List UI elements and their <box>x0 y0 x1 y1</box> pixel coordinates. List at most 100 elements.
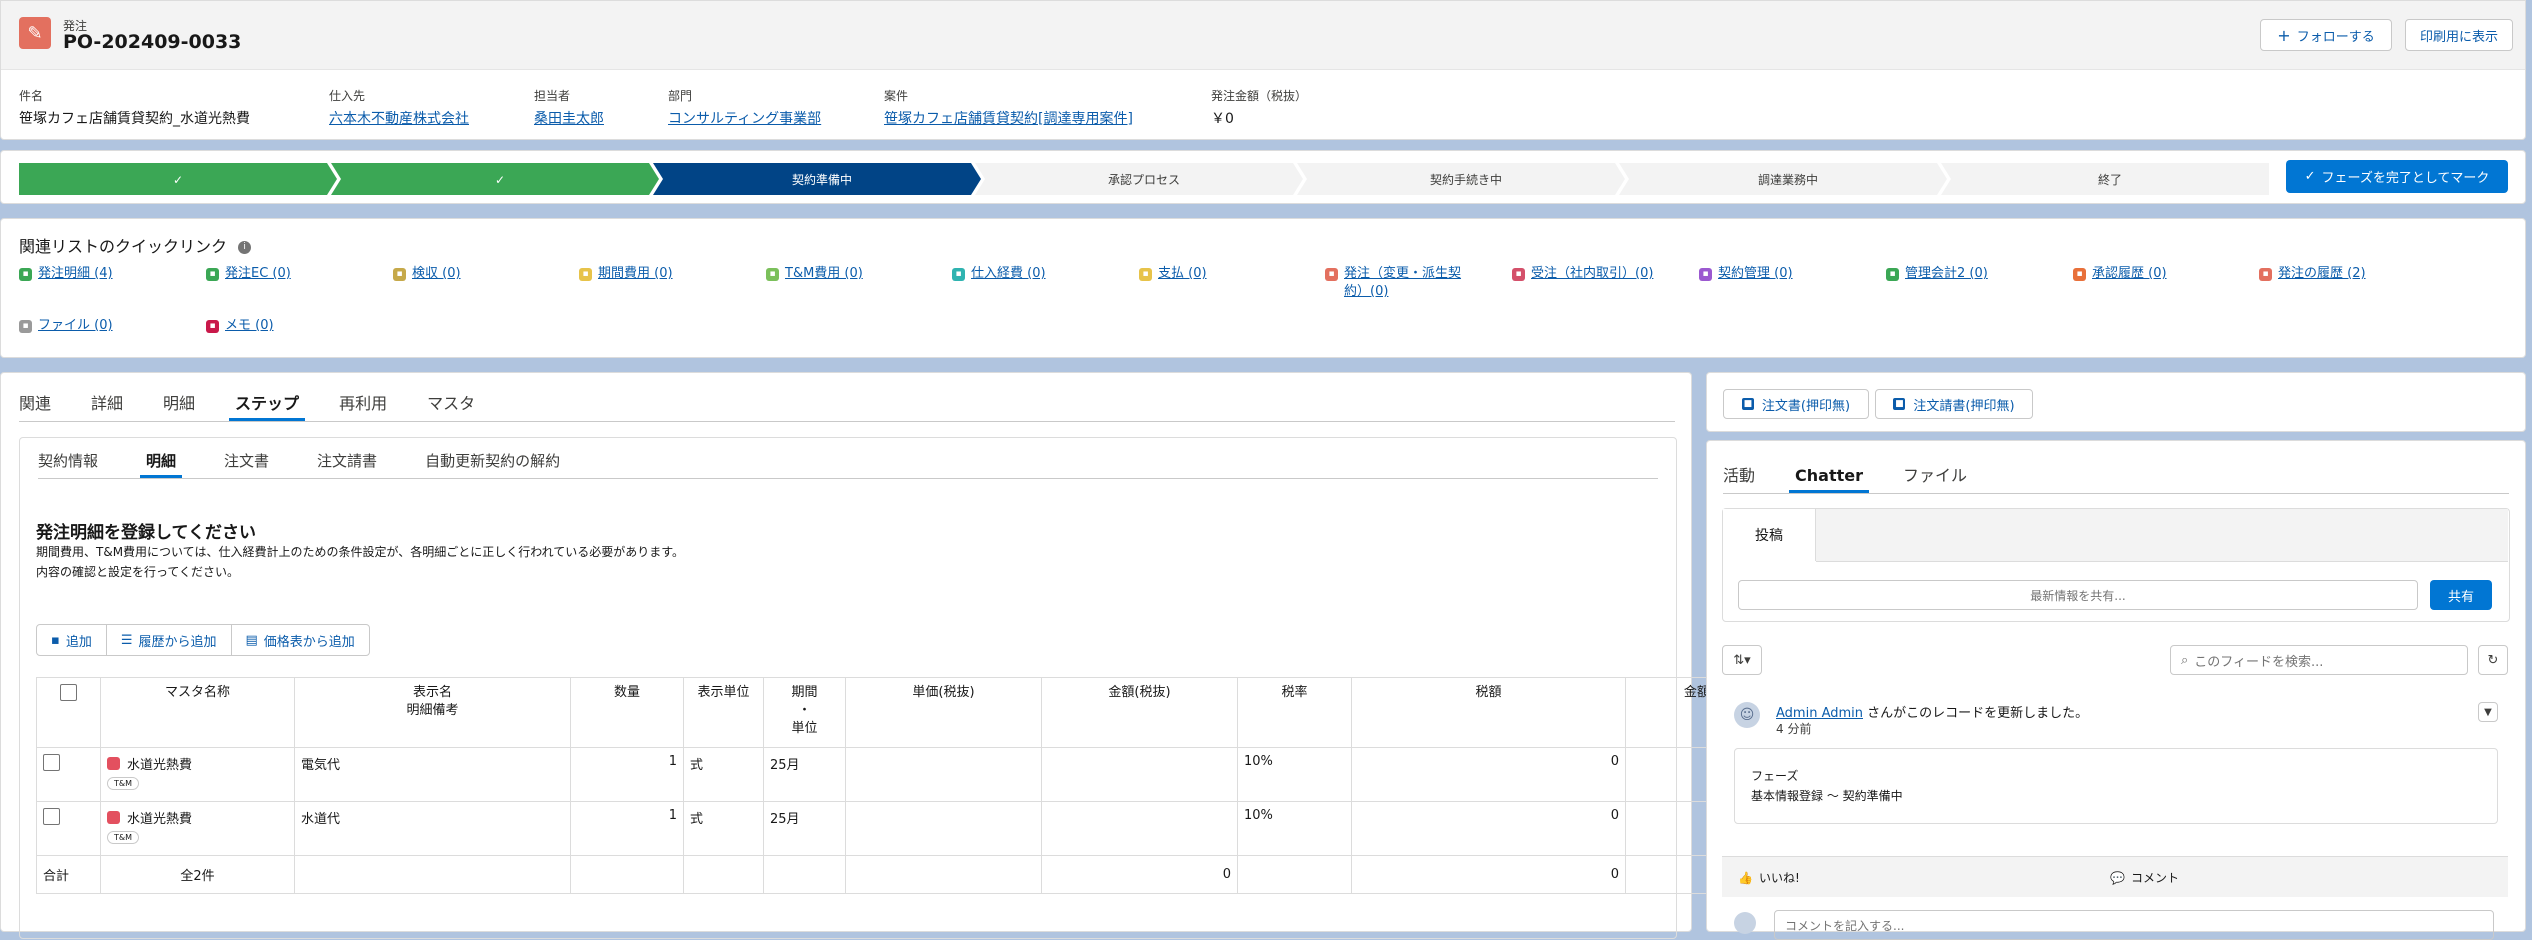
print-button[interactable]: 印刷用に表示 <box>2405 19 2513 51</box>
search-icon: ⌕ <box>2181 652 2189 668</box>
quick-link-item[interactable]: ▪ 発注の履歴 (2) <box>2259 265 2439 283</box>
tab-5[interactable]: 自動更新契約の解約 <box>425 444 560 478</box>
tab-2[interactable]: Chatter <box>1789 459 1869 493</box>
related-object-icon: ▪ <box>1699 268 1712 281</box>
feed-user-link[interactable]: Admin Admin <box>1776 706 1863 721</box>
related-object-icon: ▪ <box>206 320 219 333</box>
total-label: 合計 <box>36 855 101 894</box>
path-stage-6[interactable]: 調達業務中 <box>1619 163 1947 195</box>
select-all-checkbox[interactable] <box>60 684 77 701</box>
quick-link-item[interactable]: ▪ 発注（変更・派生契約）(0) <box>1325 265 1475 301</box>
add-from-pricebook-button[interactable]: ▤ 価格表から追加 <box>230 624 370 656</box>
quick-link-item[interactable]: ▪ ファイル (0) <box>19 317 199 335</box>
quick-link-item[interactable]: ▪ 契約管理 (0) <box>1699 265 1879 283</box>
publisher-tabbar <box>1816 509 2508 562</box>
mark-complete-button[interactable]: ✓ フェーズを完了としてマーク <box>2286 160 2508 193</box>
row-checkbox[interactable] <box>43 754 60 771</box>
path-stage-2[interactable]: ✓ <box>331 163 659 195</box>
post-tab[interactable]: 投稿 <box>1723 509 1816 561</box>
tab-4[interactable]: 注文請書 <box>317 444 377 478</box>
supplier-link[interactable]: 六本木不動産株式会社 <box>329 108 469 128</box>
row-select-cell <box>36 801 101 856</box>
quick-link-label: T&M費用 (0) <box>785 266 863 281</box>
tab-3[interactable]: 明細 <box>163 387 195 421</box>
quick-link-item[interactable]: ▪ 検収 (0) <box>393 265 573 283</box>
chatter-tabs: 活動 Chatter ファイル <box>1723 459 2509 494</box>
path-stage-7[interactable]: 終了 <box>1941 163 2269 195</box>
share-button[interactable]: 共有 <box>2430 580 2492 610</box>
comment-button[interactable]: 💬 コメント <box>2110 869 2179 886</box>
add-icon: ▪ <box>51 632 60 648</box>
tab-5[interactable]: 再利用 <box>339 387 387 421</box>
path-stage-label: 承認プロセス <box>1108 172 1180 187</box>
field-project: 案件 笹塚カフェ店舗賃貸契約[調達専用案件] <box>884 89 1133 128</box>
quick-link-label: 承認履歴 (0) <box>2092 266 2167 281</box>
add-button[interactable]: ▪ 追加 <box>36 624 107 656</box>
follow-button[interactable]: + フォローする <box>2260 19 2392 51</box>
quick-link-item[interactable]: ▪ 仕入経費 (0) <box>952 265 1132 283</box>
owner-link[interactable]: 桑田圭太郎 <box>534 108 604 128</box>
path-stage-label: ✓ <box>173 173 183 187</box>
quick-link-label: 期間費用 (0) <box>598 266 673 281</box>
department-link[interactable]: コンサルティング事業部 <box>668 108 821 128</box>
pencil-icon: ✎ <box>19 17 51 49</box>
path-stage-5[interactable]: 契約手続き中 <box>1297 163 1625 195</box>
tab-4[interactable]: ステップ <box>229 387 306 421</box>
tab-1[interactable]: 活動 <box>1723 459 1755 493</box>
total-amount: 0 <box>1041 855 1238 894</box>
quick-link-label: 支払 (0) <box>1158 266 1207 281</box>
empty-cell <box>570 855 684 894</box>
feed-search-input[interactable]: ⌕ このフィードを検索... <box>2170 645 2468 675</box>
tab-1[interactable]: 関連 <box>19 387 51 421</box>
tax-cell: 0 <box>1351 801 1626 856</box>
order-pdf-button[interactable]: ■ 注文書(押印無) <box>1723 389 1869 419</box>
quick-link-item[interactable]: ▪ 管理会計2 (0) <box>1886 265 2066 283</box>
field-supplier: 仕入先 六本木不動産株式会社 <box>329 89 469 128</box>
qty-cell: 1 <box>570 801 684 856</box>
plus-icon: + <box>2277 25 2291 45</box>
tab-3[interactable]: ファイル <box>1903 459 1967 493</box>
add-from-history-button[interactable]: ☰ 履歴から追加 <box>105 624 232 656</box>
share-input[interactable]: 最新情報を共有... <box>1738 580 2418 610</box>
pricebook-icon: ▤ <box>245 632 258 648</box>
quick-link-item[interactable]: ▪ 受注（社内取引）(0) <box>1512 265 1692 283</box>
project-link[interactable]: 笹塚カフェ店舗賃貸契約[調達専用案件] <box>884 108 1133 128</box>
section-desc-2: 内容の確認と設定を行ってください。 <box>36 565 240 579</box>
tab-1[interactable]: 契約情報 <box>38 444 98 478</box>
refresh-button[interactable]: ↻ <box>2478 645 2508 675</box>
quick-link-item[interactable]: ▪ メモ (0) <box>206 317 386 335</box>
pdf-buttons-card: ■ 注文書(押印無) ■ 注文請書(押印無) <box>1706 372 2526 432</box>
pdf-icon: ■ <box>1893 398 1906 410</box>
quick-link-label: メモ (0) <box>225 318 274 333</box>
record-title: PO-202409-0033 <box>63 31 242 53</box>
field-owner: 担当者 桑田圭太郎 <box>534 89 604 128</box>
quick-link-item[interactable]: ▪ 期間費用 (0) <box>579 265 759 283</box>
path-stage-1[interactable]: ✓ <box>19 163 337 195</box>
path-stage-4[interactable]: 承認プロセス <box>975 163 1303 195</box>
quick-link-item[interactable]: ▪ 支払 (0) <box>1139 265 1319 283</box>
sort-button[interactable]: ⇅▾ <box>1722 645 1762 675</box>
quick-link-label: 発注明細 (4) <box>38 266 113 281</box>
acceptance-pdf-button[interactable]: ■ 注文請書(押印無) <box>1875 389 2033 419</box>
related-object-icon: ▪ <box>766 268 779 281</box>
comment-icon: 💬 <box>2110 871 2125 885</box>
thumbs-up-icon: 👍 <box>1738 871 1753 885</box>
like-button[interactable]: 👍 いいね! <box>1738 869 1800 886</box>
tab-6[interactable]: マスタ <box>427 387 475 421</box>
quick-link-item[interactable]: ▪ 発注EC (0) <box>206 265 386 283</box>
tab-2[interactable]: 詳細 <box>91 387 123 421</box>
path-stage-3[interactable]: 契約準備中 <box>653 163 981 195</box>
refresh-icon: ↻ <box>2487 652 2499 668</box>
tab-3[interactable]: 注文書 <box>224 444 269 478</box>
tab-2[interactable]: 明細 <box>140 444 183 478</box>
quick-link-item[interactable]: ▪ 発注明細 (4) <box>19 265 199 283</box>
quick-link-item[interactable]: ▪ T&M費用 (0) <box>766 265 946 283</box>
quick-link-label: 契約管理 (0) <box>1718 266 1793 281</box>
master-cell: 水道光熱費 T&M <box>100 747 295 802</box>
feed-menu-button[interactable]: ▼ <box>2478 702 2498 722</box>
comment-input[interactable]: コメントを記入する... <box>1774 910 2494 940</box>
quick-link-item[interactable]: ▪ 承認履歴 (0) <box>2073 265 2253 283</box>
chevron-down-icon: ▼ <box>2484 706 2492 718</box>
row-checkbox[interactable] <box>43 808 60 825</box>
sub-tabs: 契約情報 明細 注文書 注文請書 自動更新契約の解約 <box>38 444 1658 479</box>
